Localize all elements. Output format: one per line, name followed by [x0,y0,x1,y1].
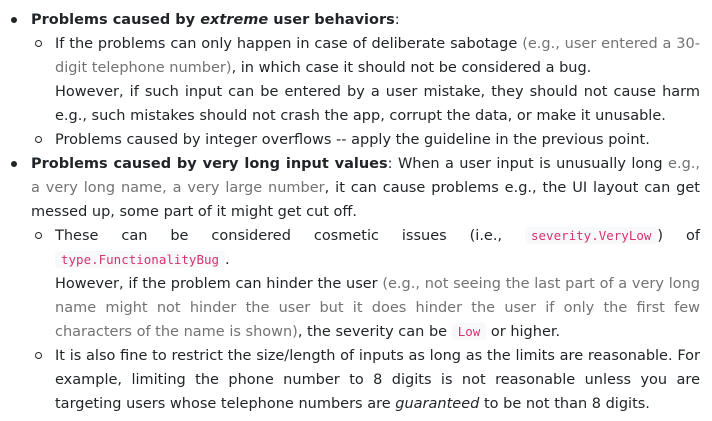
sub-list: If the problems can only happen in case … [31,32,700,152]
code-severity-verylow: severity.VeryLow [525,227,658,244]
sub-item-integer-overflow: Problems caused by integer overflows -- … [31,128,700,152]
sub-list: These can be considered cosmetic issues … [31,224,700,416]
bullet-list: Problems caused by extreme user behavior… [0,8,700,416]
sub-item-sabotage: If the problems can only happen in case … [31,32,700,128]
document-body: Problems caused by extreme user behavior… [0,0,712,421]
sub-item-restrict-length: It is also fine to restrict the size/len… [31,344,700,416]
sub-item-cosmetic: These can be considered cosmetic issues … [31,224,700,344]
list-item-extreme-behaviors: Problems caused by extreme user behavior… [0,8,700,152]
code-type-functionalitybug: type.FunctionalityBug [55,251,226,268]
list-item-long-input: Problems caused by very long input value… [0,152,700,416]
item-lead: Problems caused by very long input value… [31,156,700,220]
item-title: Problems caused by extreme user behavior… [31,12,400,28]
code-low: Low [451,323,487,340]
